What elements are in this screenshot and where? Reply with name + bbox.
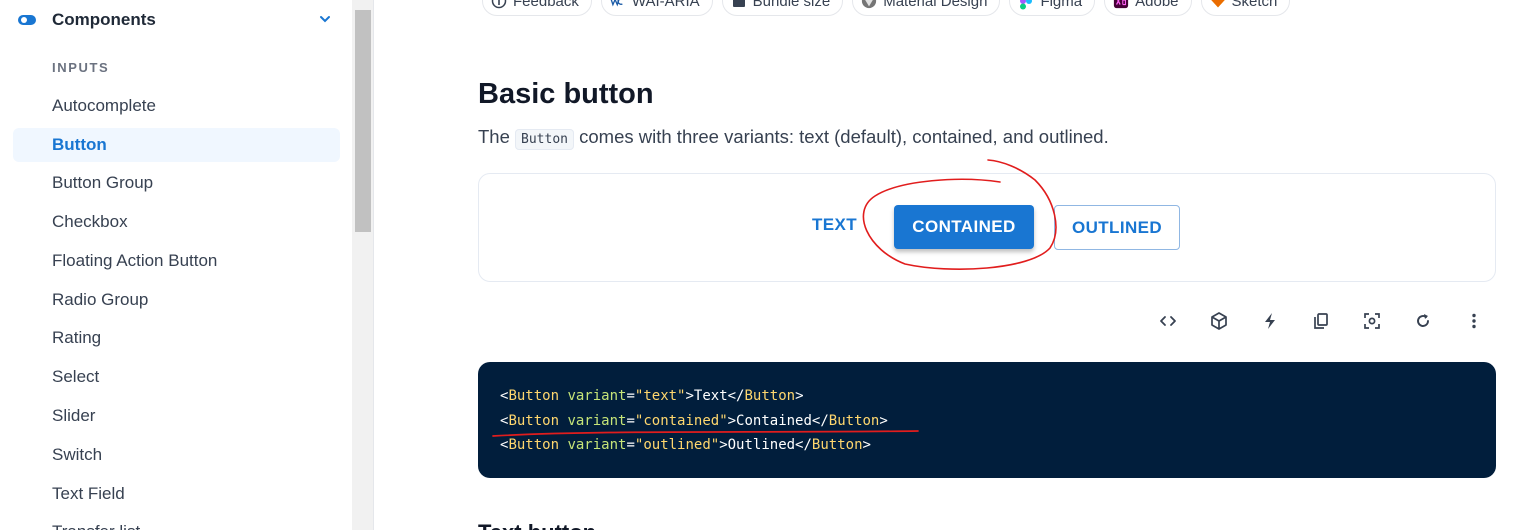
figma-icon (1018, 0, 1034, 10)
w3c-icon (610, 0, 626, 9)
chip-label: WAI-ARIA (631, 0, 700, 10)
components-title: Components (52, 10, 156, 29)
chip-feedback[interactable]: Feedback (482, 0, 592, 16)
inline-code-button: Button (515, 129, 574, 150)
adobe-xd-icon (1113, 0, 1129, 9)
section-title: Basic button (478, 78, 654, 110)
package-icon (731, 0, 747, 9)
section-label-inputs: INPUTS (52, 60, 110, 75)
chip-label: Adobe (1135, 0, 1179, 10)
chip-label: Bundle size (752, 0, 831, 10)
sidebar-item-button-group[interactable]: Button Group (13, 164, 340, 203)
sidebar-item-slider[interactable]: Slider (13, 397, 340, 436)
more-icon[interactable] (1448, 304, 1499, 338)
contained-variant-button[interactable]: CONTAINED (894, 205, 1034, 249)
sidebar-item-radio-group[interactable]: Radio Group (13, 280, 340, 319)
code-block: <Button variant="text">Text</Button> <But… (478, 362, 1496, 478)
sandbox-icon[interactable] (1193, 304, 1244, 338)
chip-label: Sketch (1231, 0, 1278, 10)
desc-prefix: The (478, 126, 516, 147)
chip-wai-aria[interactable]: WAI-ARIA (600, 0, 713, 16)
material-icon (861, 0, 877, 9)
chip-figma[interactable]: Figma (1009, 0, 1096, 16)
code-icon[interactable] (1142, 304, 1193, 338)
sidebar-item-transfer-list[interactable]: Transfer list (13, 513, 340, 530)
sidebar-item-select[interactable]: Select (13, 358, 340, 397)
chip-label: Figma (1040, 0, 1083, 10)
code-line: <Button variant="outlined">Outlined</But… (500, 437, 871, 453)
desc-suffix: comes with three variants: text (default… (574, 126, 1109, 147)
copy-icon[interactable] (1295, 304, 1346, 338)
text-variant-button[interactable]: TEXT (812, 215, 857, 235)
sidebar-item-floating-action-button[interactable]: Floating Action Button (13, 241, 340, 280)
components-section-toggle[interactable]: Components (18, 6, 338, 34)
sketch-icon (1210, 0, 1226, 9)
chip-adobe[interactable]: Adobe (1104, 0, 1192, 16)
scrollbar-thumb[interactable] (355, 10, 371, 232)
sidebar-scrollbar[interactable] (352, 0, 374, 530)
code-line: <Button variant="text">Text</Button> (500, 388, 804, 404)
resource-chips: Feedback WAI-ARIA Bundle size Material Desi… (482, 0, 1291, 16)
sidebar-nav-list: Autocomplete Button Button Group Checkbox Fl… (13, 87, 340, 530)
info-icon (491, 0, 507, 9)
bolt-icon[interactable] (1244, 304, 1295, 338)
next-section-title: Text button (478, 520, 596, 530)
sidebar: Components INPUTS Autocomplete Button Butt… (0, 0, 352, 530)
sidebar-item-text-field[interactable]: Text Field (13, 474, 340, 513)
chip-bundle-size[interactable]: Bundle size (721, 0, 844, 16)
sidebar-item-checkbox[interactable]: Checkbox (13, 203, 340, 242)
demo-toolbar (1142, 304, 1499, 338)
screenshot-icon[interactable] (1346, 304, 1397, 338)
toggle-icon (18, 15, 36, 25)
code-line: <Button variant="contained">Contained</B… (500, 412, 888, 429)
sidebar-item-button[interactable]: Button (13, 127, 340, 162)
sidebar-item-switch[interactable]: Switch (13, 435, 340, 474)
sidebar-item-rating[interactable]: Rating (13, 319, 340, 358)
chevron-down-icon (320, 16, 330, 23)
chip-label: Feedback (513, 0, 579, 10)
outlined-variant-button[interactable]: OUTLINED (1054, 205, 1180, 250)
chip-sketch[interactable]: Sketch (1200, 0, 1291, 16)
reset-icon[interactable] (1397, 304, 1448, 338)
chip-material-design[interactable]: Material Design (852, 0, 1001, 16)
sidebar-item-autocomplete[interactable]: Autocomplete (13, 87, 340, 126)
chip-label: Material Design (883, 0, 988, 10)
section-description: The Button comes with three variants: te… (478, 126, 1109, 150)
